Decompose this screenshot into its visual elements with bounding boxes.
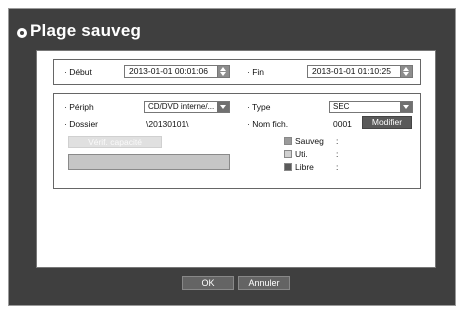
spin-down-icon[interactable] bbox=[403, 72, 409, 76]
legend-used-label: Uti. bbox=[295, 149, 308, 159]
chevron-down-icon[interactable] bbox=[217, 102, 229, 112]
start-spinner[interactable] bbox=[217, 66, 229, 77]
chevron-down-icon[interactable] bbox=[400, 102, 412, 112]
legend-free-sep: : bbox=[336, 162, 339, 172]
filename-value: 0001 bbox=[333, 119, 352, 129]
start-label: · Début bbox=[64, 67, 92, 77]
legend-backup-sep: : bbox=[336, 136, 339, 146]
legend-backup-label: Sauveg bbox=[295, 136, 324, 146]
end-label: · Fin bbox=[247, 67, 264, 77]
spin-up-icon[interactable] bbox=[403, 67, 409, 71]
title-bar: Plage sauveg bbox=[9, 9, 455, 47]
legend-backup-swatch bbox=[284, 137, 292, 145]
legend-free-label: Libre bbox=[295, 162, 314, 172]
modify-button[interactable]: Modifier bbox=[362, 116, 412, 129]
type-label: · Type bbox=[247, 102, 271, 112]
dialog-title: Plage sauveg bbox=[30, 21, 142, 40]
type-select-value: SEC bbox=[333, 102, 350, 111]
settings-icon bbox=[17, 28, 27, 38]
start-datetime-value: 2013-01-01 00:01:06 bbox=[129, 66, 208, 76]
check-capacity-button[interactable]: Vérif. capacité bbox=[68, 136, 162, 148]
type-select[interactable]: SEC bbox=[329, 101, 413, 113]
cancel-button[interactable]: Annuler bbox=[238, 276, 290, 290]
filename-label: · Nom fich. bbox=[247, 119, 289, 129]
device-select[interactable]: CD/DVD interne/... bbox=[144, 101, 230, 113]
end-spinner[interactable] bbox=[400, 66, 412, 77]
start-datetime-field[interactable]: 2013-01-01 00:01:06 bbox=[124, 65, 230, 78]
dialog-content: · Début 2013-01-01 00:01:06 · Fin 2013-0… bbox=[36, 50, 436, 268]
device-select-value: CD/DVD interne/... bbox=[148, 102, 215, 111]
legend-free-swatch bbox=[284, 163, 292, 171]
spin-up-icon[interactable] bbox=[220, 67, 226, 71]
folder-value: \20130101\ bbox=[146, 119, 189, 129]
legend-used-swatch bbox=[284, 150, 292, 158]
device-label: · Périph bbox=[64, 102, 94, 112]
capacity-progress-bar bbox=[68, 154, 230, 170]
end-datetime-value: 2013-01-01 01:10:25 bbox=[312, 66, 391, 76]
backup-details-panel: · Périph CD/DVD interne/... · Type SEC ·… bbox=[53, 93, 421, 189]
date-range-panel: · Début 2013-01-01 00:01:06 · Fin 2013-0… bbox=[53, 59, 421, 85]
end-datetime-field[interactable]: 2013-01-01 01:10:25 bbox=[307, 65, 413, 78]
legend-used-sep: : bbox=[336, 149, 339, 159]
ok-button[interactable]: OK bbox=[182, 276, 234, 290]
folder-label: · Dossier bbox=[64, 119, 99, 129]
spin-down-icon[interactable] bbox=[220, 72, 226, 76]
